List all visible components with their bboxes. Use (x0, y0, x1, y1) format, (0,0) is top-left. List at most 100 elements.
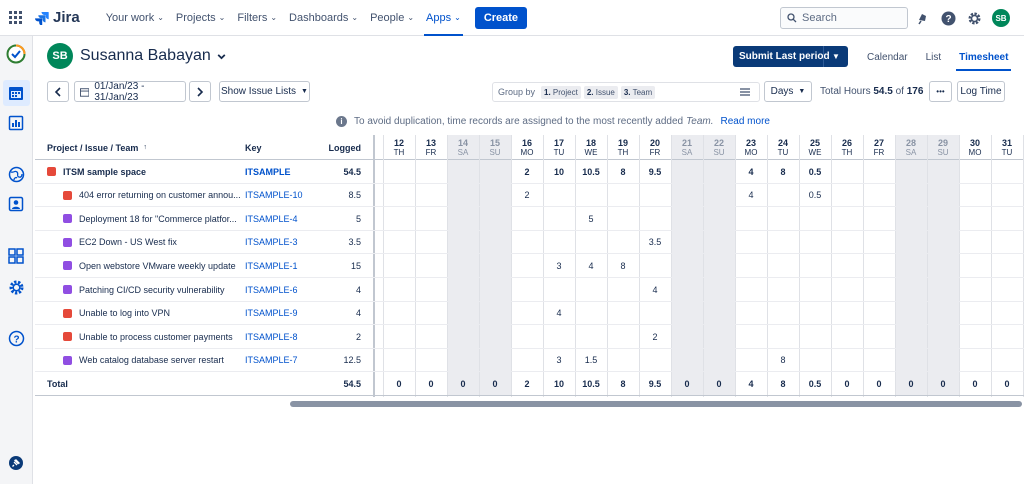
day-hours-cell[interactable] (735, 207, 767, 230)
day-hours-cell[interactable] (543, 184, 575, 207)
day-hours-cell[interactable] (991, 231, 1023, 254)
day-hours-cell[interactable] (671, 207, 703, 230)
day-hours-cell[interactable] (927, 207, 959, 230)
day-hours-cell[interactable] (799, 207, 831, 230)
day-hours-cell[interactable]: 3 (543, 254, 575, 277)
day-hours-cell[interactable] (415, 231, 447, 254)
day-hours-cell[interactable]: 0.5 (799, 184, 831, 207)
day-hours-cell[interactable] (831, 349, 863, 372)
day-hours-cell[interactable] (735, 278, 767, 301)
issue-title[interactable]: Unable to process customer payments (79, 332, 233, 342)
help-icon[interactable]: ? (939, 9, 957, 27)
day-hours-cell[interactable]: 2 (511, 160, 543, 183)
day-hours-cell[interactable] (639, 207, 671, 230)
day-hours-cell[interactable] (479, 325, 511, 348)
search-input[interactable]: Search (780, 7, 908, 29)
day-hours-cell[interactable] (383, 160, 415, 183)
day-hours-cell[interactable] (447, 207, 479, 230)
nav-item-people[interactable]: People ⌄ (364, 0, 420, 36)
app-switcher-icon[interactable] (9, 10, 23, 25)
day-hours-cell[interactable]: 3 (543, 349, 575, 372)
pin-icon[interactable] (6, 453, 26, 473)
day-hours-cell[interactable] (767, 278, 799, 301)
day-hours-cell[interactable] (607, 349, 639, 372)
apps-grid-icon[interactable] (6, 246, 26, 266)
day-hours-cell[interactable] (479, 278, 511, 301)
day-hours-cell[interactable] (959, 160, 991, 183)
column-header-issue[interactable]: Project / Issue / Team ↑ (47, 135, 147, 160)
day-hours-cell[interactable] (959, 254, 991, 277)
day-hours-cell[interactable]: 0 (927, 372, 959, 395)
sort-up-icon[interactable]: ↑ (143, 144, 147, 151)
day-hours-cell[interactable] (959, 349, 991, 372)
day-hours-cell[interactable] (479, 207, 511, 230)
tab-timesheet[interactable]: Timesheet (950, 43, 1017, 71)
issue-title[interactable]: Deployment 18 for "Commerce platfor... (79, 214, 237, 224)
issue-key-link[interactable]: ITSAMPLE-9 (245, 302, 298, 325)
issue-row[interactable]: EC2 Down - US West fix ITSAMPLE-3 3.5 3.5 (35, 231, 1024, 255)
chevron-down-icon[interactable] (216, 51, 227, 62)
day-hours-cell[interactable] (703, 160, 735, 183)
day-hours-cell[interactable] (831, 302, 863, 325)
group-chip-issue[interactable]: 2. Issue (583, 85, 618, 99)
issue-title[interactable]: Patching CI/CD security vulnerability (79, 285, 225, 295)
day-hours-cell[interactable] (607, 302, 639, 325)
day-hours-cell[interactable]: 9.5 (639, 160, 671, 183)
day-hours-cell[interactable] (735, 231, 767, 254)
submit-period-button[interactable]: Submit Last period ▼ (733, 46, 848, 67)
day-hours-cell[interactable] (927, 325, 959, 348)
day-hours-cell[interactable] (703, 184, 735, 207)
day-hours-cell[interactable] (991, 160, 1023, 183)
day-hours-cell[interactable] (575, 302, 607, 325)
user-name-selector[interactable]: Susanna Babayan (80, 47, 211, 65)
calendar-icon[interactable] (6, 83, 26, 103)
day-hours-cell[interactable]: 0 (447, 372, 479, 395)
day-hours-cell[interactable] (415, 254, 447, 277)
day-hours-cell[interactable] (671, 160, 703, 183)
day-hours-cell[interactable]: 0.5 (799, 372, 831, 395)
group-by-control[interactable]: Group by 1. Project 2. Issue 3. Team (492, 82, 760, 102)
day-hours-cell[interactable] (895, 184, 927, 207)
day-hours-cell[interactable] (511, 254, 543, 277)
day-hours-cell[interactable] (543, 207, 575, 230)
day-hours-cell[interactable] (543, 231, 575, 254)
day-hours-cell[interactable] (671, 254, 703, 277)
day-hours-cell[interactable] (831, 254, 863, 277)
day-hours-cell[interactable] (895, 160, 927, 183)
day-hours-cell[interactable]: 8 (767, 372, 799, 395)
day-hours-cell[interactable] (607, 207, 639, 230)
day-hours-cell[interactable] (639, 349, 671, 372)
read-more-link[interactable]: Read more (721, 116, 770, 127)
day-hours-cell[interactable] (639, 184, 671, 207)
day-hours-cell[interactable] (735, 325, 767, 348)
show-issue-lists-dropdown[interactable]: Show Issue Lists ▼ (219, 81, 310, 102)
issue-row[interactable]: Web catalog database server restart ITSAM… (35, 349, 1024, 373)
day-hours-cell[interactable] (415, 302, 447, 325)
day-hours-cell[interactable] (767, 207, 799, 230)
issue-row[interactable]: Unable to log into VPN ITSAMPLE-9 4 4 (35, 302, 1024, 326)
day-hours-cell[interactable]: 8 (607, 160, 639, 183)
day-hours-cell[interactable] (511, 302, 543, 325)
day-hours-cell[interactable] (479, 184, 511, 207)
issue-key-link[interactable]: ITSAMPLE-8 (245, 325, 298, 348)
day-hours-cell[interactable] (511, 325, 543, 348)
more-options-button[interactable]: ••• (929, 81, 952, 102)
day-hours-cell[interactable] (383, 349, 415, 372)
day-hours-cell[interactable] (607, 184, 639, 207)
day-hours-cell[interactable] (895, 207, 927, 230)
day-hours-cell[interactable] (927, 254, 959, 277)
day-hours-cell[interactable] (959, 302, 991, 325)
day-hours-cell[interactable]: 5 (575, 207, 607, 230)
column-header-key[interactable]: Key (245, 135, 262, 160)
day-hours-cell[interactable]: 0.5 (799, 160, 831, 183)
day-hours-cell[interactable] (671, 349, 703, 372)
issue-title[interactable]: Open webstore VMware weekly update (79, 261, 236, 271)
issue-key-link[interactable]: ITSAMPLE-10 (245, 184, 303, 207)
day-hours-cell[interactable] (863, 254, 895, 277)
day-hours-cell[interactable] (831, 231, 863, 254)
user-avatar[interactable]: SB (992, 9, 1010, 27)
issue-row[interactable]: Open webstore VMware weekly update ITSAMP… (35, 254, 1024, 278)
day-hours-cell[interactable] (447, 231, 479, 254)
day-hours-cell[interactable] (383, 302, 415, 325)
day-hours-cell[interactable]: 0 (479, 372, 511, 395)
